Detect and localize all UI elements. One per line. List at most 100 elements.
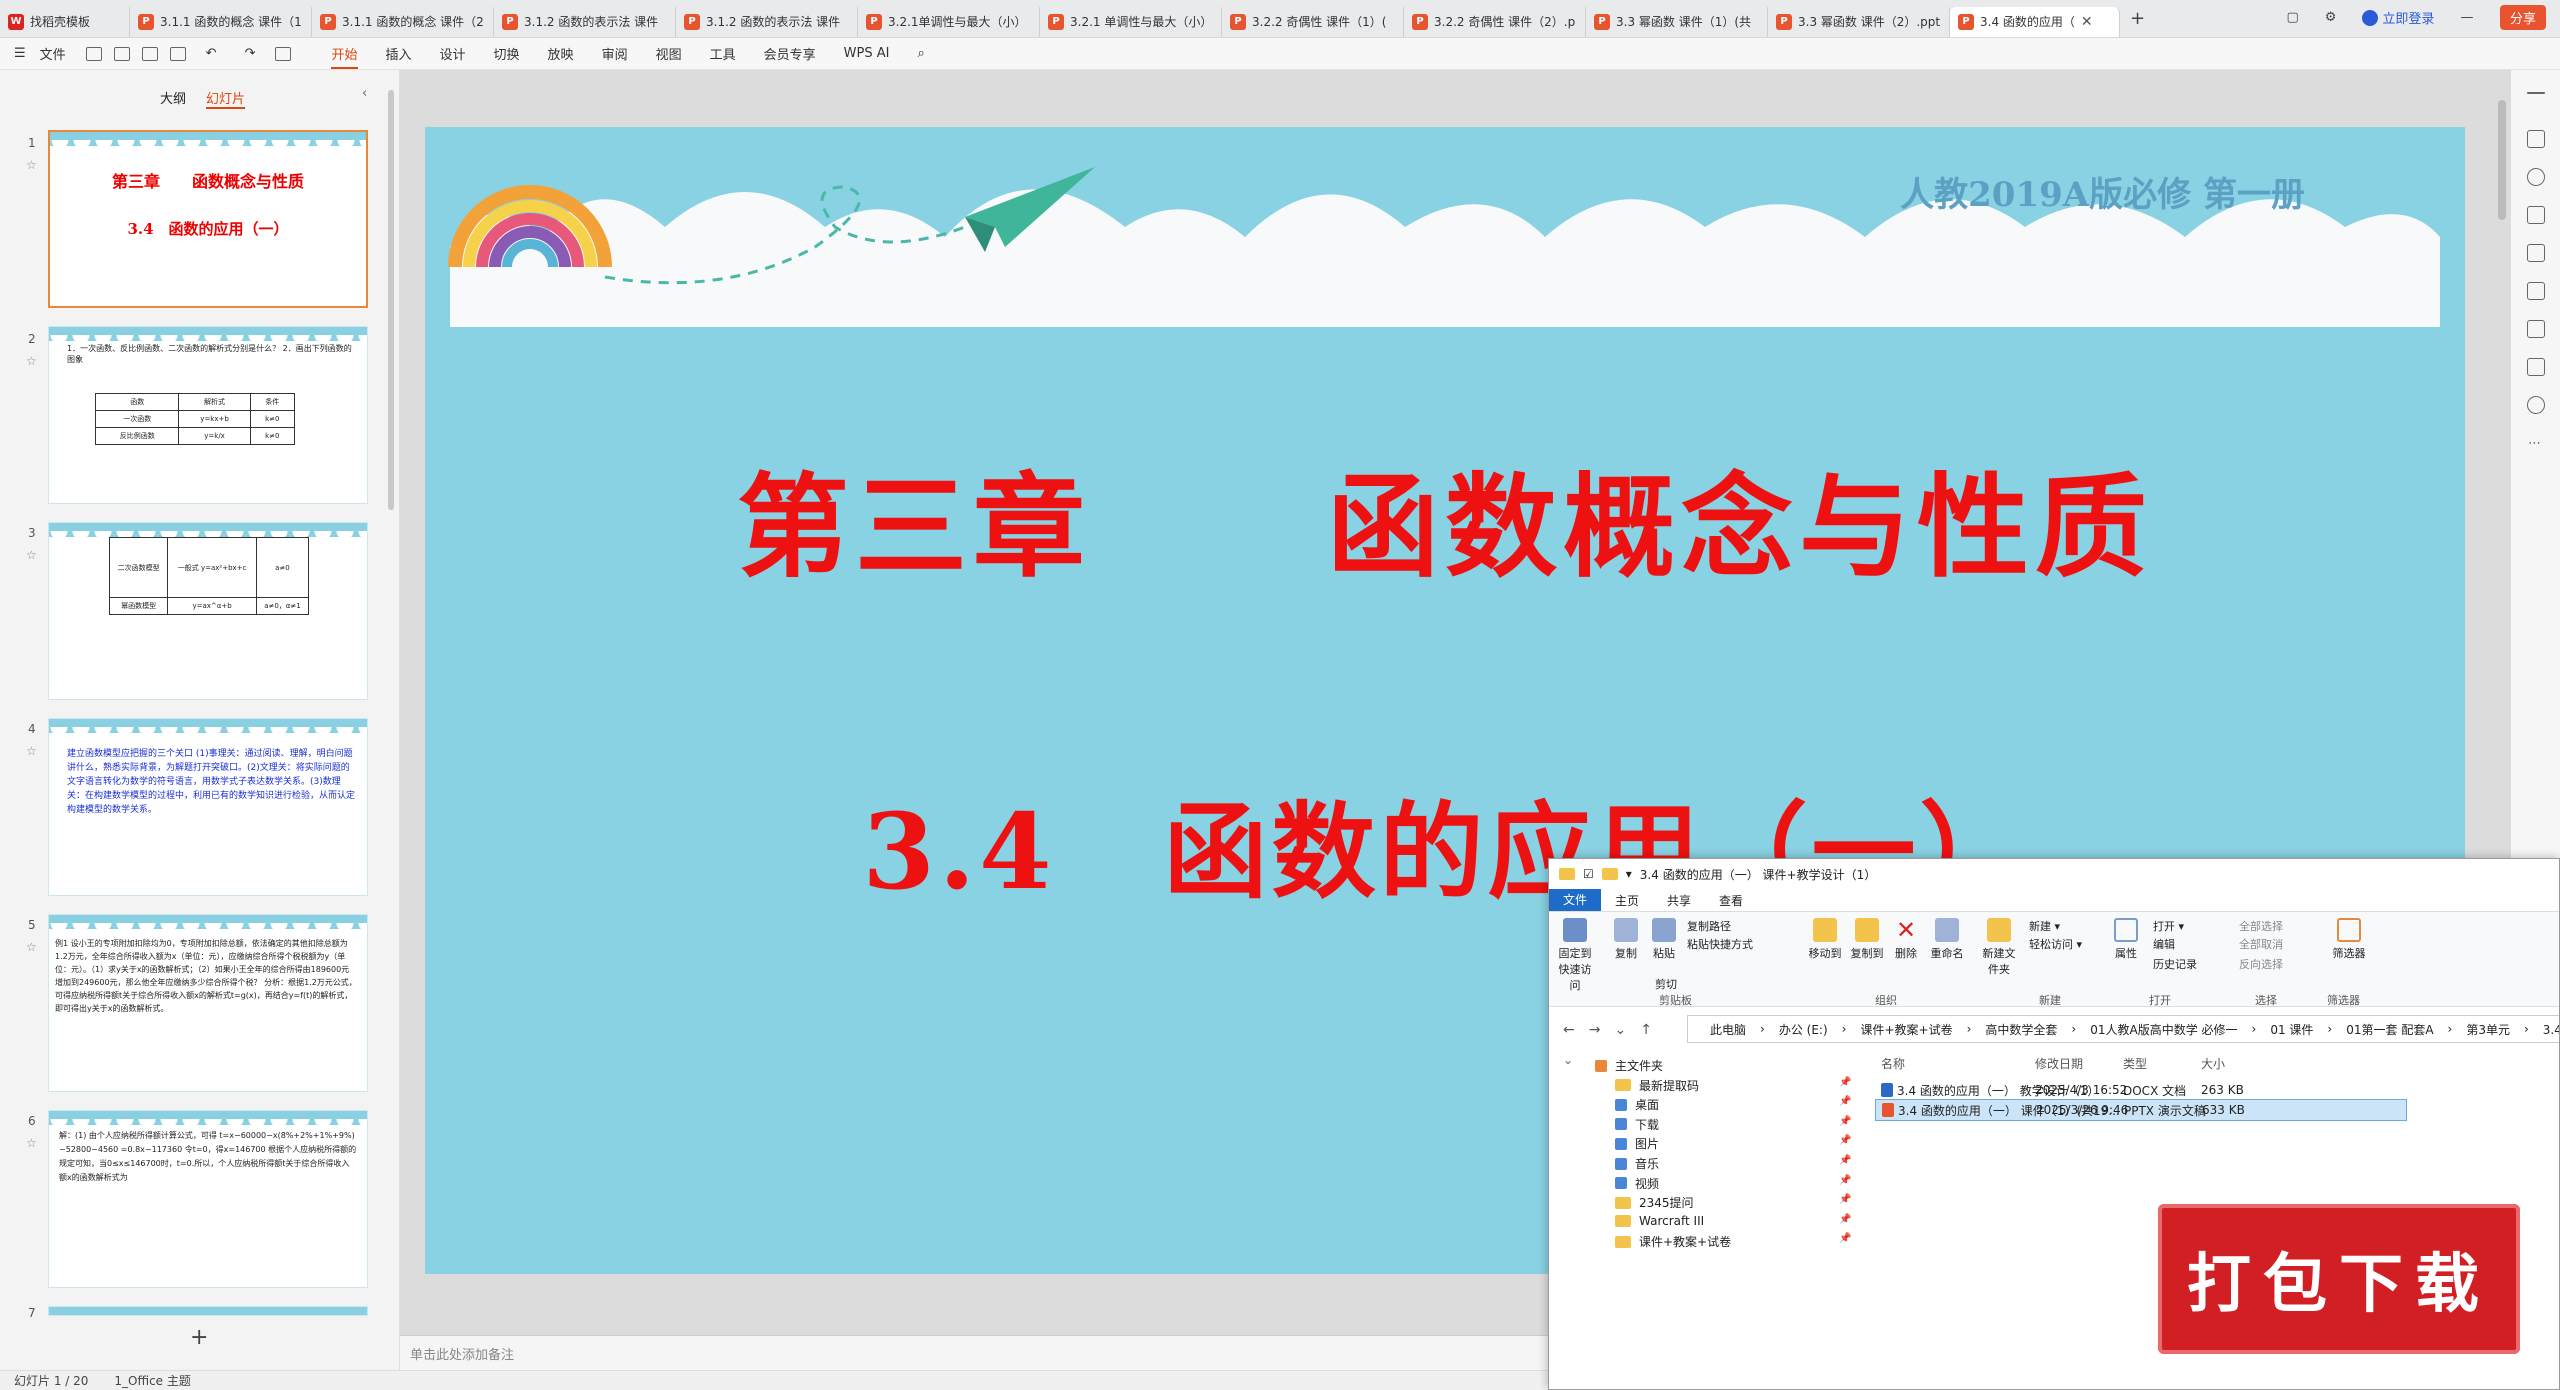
format-painter-icon[interactable] [275,46,292,61]
more-icon[interactable]: ⋯ [2528,436,2541,451]
nav-item[interactable]: 桌面 [1615,1096,1659,1113]
download-package-button[interactable]: 打包下载 [2158,1204,2520,1354]
column-date[interactable]: 修改日期 [2035,1055,2083,1072]
minimize-icon[interactable]: — [2460,10,2473,25]
nav-item[interactable]: 主文件夹 [1595,1057,1663,1074]
tab-document[interactable]: P 3.1.2 函数的表示法 课件 [494,6,676,37]
pin-icon[interactable]: 📌 [1839,1116,1851,1127]
pin-icon[interactable]: 📌 [1839,1155,1851,1166]
menu-item[interactable]: WPS AI [844,46,890,61]
slide-thumbnail[interactable]: 第三章 函数概念与性质 3.4 函数的应用（一） [48,130,368,308]
menu-item[interactable]: 开始 [331,44,358,69]
copy-button[interactable]: 复制 [1611,918,1641,961]
address-path[interactable]: 此电脑 › 办公 (E:) › 课件+教案+试卷 › 高中数学全套 › 01人教A版高中… [1687,1015,2559,1043]
edit-scrollbar[interactable] [2498,100,2506,220]
ribbon-tab-view[interactable]: 查看 [1705,892,1757,909]
star-icon[interactable]: ☆ [26,158,37,172]
tab-document[interactable]: P 3.1.1 函数的概念 课件（2 [312,6,494,37]
tab-slides[interactable]: 幻灯片 [206,88,246,109]
slide-thumbnail[interactable]: 二次函数模型 一般式 y=ax²+bx+c a≠0 幂函数模型 y=ax^α+b a≠0… [48,522,368,700]
nav-item[interactable]: Warcraft III [1615,1214,1704,1228]
pin-icon[interactable]: 📌 [1839,1096,1851,1107]
nav-item[interactable]: 课件+教案+试卷 [1615,1233,1731,1250]
star-icon[interactable]: ☆ [26,744,37,758]
paste-shortcut-button[interactable]: 粘贴快捷方式 [1687,936,1753,952]
star-icon[interactable] [2527,168,2545,186]
slide-chapter-title[interactable]: 第三章 函数概念与性质 [425,437,2465,599]
tab-document[interactable]: P 3.1.1 函数的概念 课件（1 [130,6,312,37]
layout-icon[interactable] [2527,282,2545,300]
checkbox-icon[interactable]: ☑ [1583,867,1594,881]
menu-item[interactable]: 审阅 [602,44,628,63]
file-row[interactable]: 3.4 函数的应用（一） 课件（1）(共19... 2025/3/26 9:46 P… [1875,1099,2407,1121]
hamburger-icon[interactable]: ☰ [14,46,26,61]
save-icon[interactable] [85,46,102,61]
column-size[interactable]: 大小 [2201,1055,2225,1072]
nav-item[interactable]: 下载 [1615,1116,1659,1133]
settings-icon[interactable]: ⚙ [2325,10,2337,25]
new-tab-icon[interactable]: + [2130,8,2145,29]
adjust-icon[interactable] [2527,130,2545,148]
tab-document[interactable]: P 3.2.1单调性与最大（小） [858,6,1040,37]
menu-item[interactable]: 会员专享 [764,44,816,63]
share-icon[interactable] [2527,358,2545,376]
history-button[interactable]: 历史记录 [2153,956,2197,972]
preview-icon[interactable] [169,46,186,61]
star-icon[interactable]: ☆ [26,548,37,562]
pin-icon[interactable]: 📌 [1839,1135,1851,1146]
menu-item[interactable]: 插入 [386,44,412,63]
minimize-panel-icon[interactable] [2527,92,2545,94]
invert-selection-button[interactable]: 反向选择 [2239,956,2283,972]
slide-thumbnail[interactable]: 1．一次函数、反比例函数、二次函数的解析式分别是什么？ 2．画出下列函数的图象 … [48,326,368,504]
edit-button[interactable]: 编辑 [2153,936,2175,952]
ribbon-tab-file[interactable]: 文件 [1549,889,1602,911]
delete-button[interactable]: ✕ 删除 [1889,918,1923,961]
tab-document[interactable]: P 3.2.2 奇偶性 课件（2）.p [1404,6,1586,37]
paste-button[interactable]: 粘贴 [1649,918,1679,961]
theme-name[interactable]: 1_Office 主题 [114,1372,190,1389]
breadcrumb[interactable]: 课件+教案+试卷 [1860,1021,1952,1038]
pin-button[interactable]: 固定到快速访问 [1555,918,1595,993]
easy-access-button[interactable]: 轻松访问 ▾ [2029,936,2082,952]
menu-item[interactable]: 工具 [710,44,736,63]
breadcrumb[interactable]: 办公 (E:) [1779,1021,1828,1038]
star-icon[interactable]: ☆ [26,354,37,368]
column-type[interactable]: 类型 [2123,1055,2147,1072]
cut-button[interactable]: 剪切 [1655,976,1677,992]
pin-icon[interactable]: 📌 [1839,1175,1851,1186]
back-icon[interactable]: ← [1563,1022,1575,1038]
select-all-button[interactable]: 全部选择 [2239,918,2283,934]
tab-document[interactable]: P 3.2.2 奇偶性 课件（1）( [1222,6,1404,37]
forward-icon[interactable]: → [1589,1022,1601,1038]
new-folder-button[interactable]: 新建文件夹 [1979,918,2019,977]
new-item-button[interactable]: 新建 ▾ [2029,918,2060,934]
copy-to-button[interactable]: 复制到 [1847,918,1887,961]
slide-thumbnail[interactable]: 建立函数模型应把握的三个关口 (1)事理关：通过阅读、理解，明白问题讲什么，熟悉… [48,718,368,896]
slide-thumbnail[interactable]: 解：(1) 由个人应纳税所得额计算公式，可得 t=x−60000−x(8%+2%… [48,1110,368,1288]
breadcrumb[interactable]: 此电脑 [1710,1021,1746,1038]
move-to-button[interactable]: 移动到 [1805,918,1845,961]
file-row[interactable]: 3.4 函数的应用（一） 教学设计（1） 2025/4/3 16:52 DOCX 文… [1875,1079,2407,1101]
slide-thumbnail[interactable] [48,1306,368,1316]
collapse-panel-icon[interactable]: ‹ [362,86,367,101]
star-icon[interactable]: ☆ [26,940,37,954]
breadcrumb[interactable]: 01第一套 配套A [2346,1021,2433,1038]
filter-button[interactable]: 筛选器 [2329,918,2369,961]
ribbon-tab-share[interactable]: 共享 [1653,892,1705,909]
help-icon[interactable] [2527,396,2545,414]
print-icon[interactable] [141,46,158,61]
menu-item[interactable]: 放映 [548,44,574,63]
book-icon[interactable] [2527,320,2545,338]
add-slide-button[interactable]: + [190,1325,208,1350]
tools-icon[interactable] [2527,244,2545,262]
properties-button[interactable]: 属性 [2109,918,2143,961]
pin-icon[interactable]: 📌 [1839,1214,1851,1225]
open-button[interactable]: 打开 ▾ [2153,918,2184,934]
redo-icon[interactable]: ↷ [245,46,256,61]
tab-document[interactable]: W 找稻壳模板 [0,6,130,37]
nav-item[interactable]: 视频 [1615,1175,1659,1192]
share-button[interactable]: 分享 [2499,5,2546,30]
expand-icon[interactable]: ⌄ [1563,1053,1573,1067]
search-icon[interactable]: ⌕ [917,46,924,61]
menu-item[interactable]: 设计 [440,44,466,63]
